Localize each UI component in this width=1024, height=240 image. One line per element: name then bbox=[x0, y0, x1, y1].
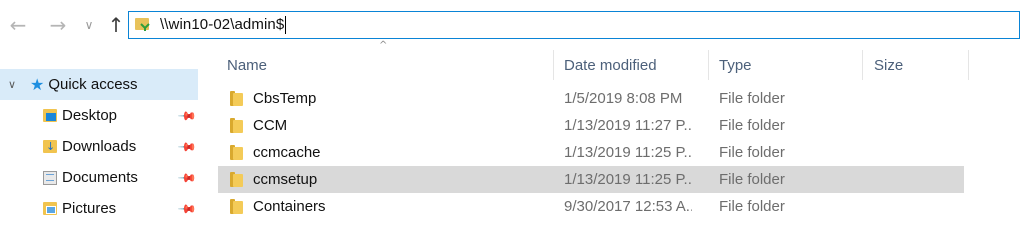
file-name: CCM bbox=[253, 117, 288, 134]
folder-icon bbox=[230, 172, 244, 187]
address-text: \\win10-02\admin$ bbox=[160, 15, 285, 33]
sidebar-item-desktop[interactable]: Desktop 📌 bbox=[0, 100, 198, 131]
column-header-type[interactable]: Type bbox=[719, 50, 752, 80]
column-divider[interactable] bbox=[708, 50, 709, 80]
file-row[interactable]: Containers 9/30/2017 12:53 A... File fol… bbox=[218, 193, 964, 220]
sidebar-item-label: Pictures bbox=[62, 200, 117, 217]
file-row[interactable]: ccmcache 1/13/2019 11:25 P... File folde… bbox=[218, 139, 964, 166]
desktop-icon bbox=[42, 108, 58, 124]
file-name: CbsTemp bbox=[253, 90, 317, 107]
star-icon: ★ bbox=[30, 75, 45, 94]
column-header-row: Name Date modified Type Size bbox=[218, 50, 970, 80]
pin-icon[interactable]: 📌 bbox=[177, 198, 197, 218]
column-header-name[interactable]: Name bbox=[227, 50, 267, 80]
folder-icon bbox=[230, 118, 244, 133]
file-type: File folder bbox=[719, 90, 785, 107]
column-divider[interactable] bbox=[968, 50, 969, 80]
file-type: File folder bbox=[719, 117, 785, 134]
file-type: File folder bbox=[719, 171, 785, 188]
file-type: File folder bbox=[719, 144, 785, 161]
text-caret bbox=[285, 16, 287, 35]
column-divider[interactable] bbox=[862, 50, 863, 80]
file-row[interactable]: CCM 1/13/2019 11:27 P... File folder bbox=[218, 112, 964, 139]
pictures-icon bbox=[42, 201, 58, 217]
file-date-modified: 1/13/2019 11:25 P... bbox=[564, 144, 692, 161]
file-row-selected[interactable]: ccmsetup 1/13/2019 11:25 P... File folde… bbox=[218, 166, 964, 193]
network-share-icon bbox=[134, 16, 152, 34]
file-name: ccmcache bbox=[253, 144, 321, 161]
file-row[interactable]: CbsTemp 1/5/2019 8:08 PM File folder bbox=[218, 85, 964, 112]
navigation-pane: ∨ ★ Quick access Desktop 📌 ↓ Downloads 📌… bbox=[0, 50, 200, 222]
chevron-down-icon[interactable]: ∨ bbox=[8, 78, 20, 91]
recent-locations-chevron-icon[interactable]: ∨ bbox=[80, 12, 98, 38]
sidebar-item-documents[interactable]: Documents 📌 bbox=[0, 162, 198, 193]
forward-arrow-icon[interactable]: → bbox=[46, 12, 70, 38]
file-date-modified: 1/13/2019 11:25 P... bbox=[564, 171, 692, 188]
sidebar-item-downloads[interactable]: ↓ Downloads 📌 bbox=[0, 131, 198, 162]
file-date-modified: 1/5/2019 8:08 PM bbox=[564, 90, 683, 107]
column-header-date-modified[interactable]: Date modified bbox=[564, 50, 657, 80]
back-arrow-icon[interactable]: ← bbox=[6, 12, 30, 38]
sidebar-item-pictures[interactable]: Pictures 📌 bbox=[0, 193, 198, 224]
downloads-icon: ↓ bbox=[42, 139, 58, 155]
sidebar-item-label: Desktop bbox=[62, 107, 118, 124]
column-divider[interactable] bbox=[553, 50, 554, 80]
quick-access-item[interactable]: ∨ ★ Quick access bbox=[0, 69, 198, 100]
folder-icon bbox=[230, 145, 244, 160]
up-arrow-icon[interactable]: ↑ bbox=[104, 12, 128, 38]
navigation-bar: ← → ∨ ↑ \\win10-02\admin$ bbox=[0, 0, 1024, 50]
file-name: ccmsetup bbox=[253, 171, 318, 188]
file-name: Containers bbox=[253, 198, 326, 215]
address-bar[interactable]: \\win10-02\admin$ bbox=[128, 11, 1020, 39]
sidebar-item-label: Downloads bbox=[62, 138, 137, 155]
pin-icon[interactable]: 📌 bbox=[177, 136, 197, 156]
pin-icon[interactable]: 📌 bbox=[177, 105, 197, 125]
sidebar-item-label: Documents bbox=[62, 169, 138, 186]
documents-icon bbox=[42, 170, 58, 186]
file-date-modified: 1/13/2019 11:27 P... bbox=[564, 117, 692, 134]
folder-icon bbox=[230, 91, 244, 106]
address-input[interactable]: \\win10-02\admin$ bbox=[160, 15, 287, 35]
file-type: File folder bbox=[719, 198, 785, 215]
file-date-modified: 9/30/2017 12:53 A... bbox=[564, 198, 692, 215]
column-header-size[interactable]: Size bbox=[874, 50, 903, 80]
quick-access-label: Quick access bbox=[48, 76, 138, 93]
folder-icon bbox=[230, 199, 244, 214]
pin-icon[interactable]: 📌 bbox=[177, 167, 197, 187]
